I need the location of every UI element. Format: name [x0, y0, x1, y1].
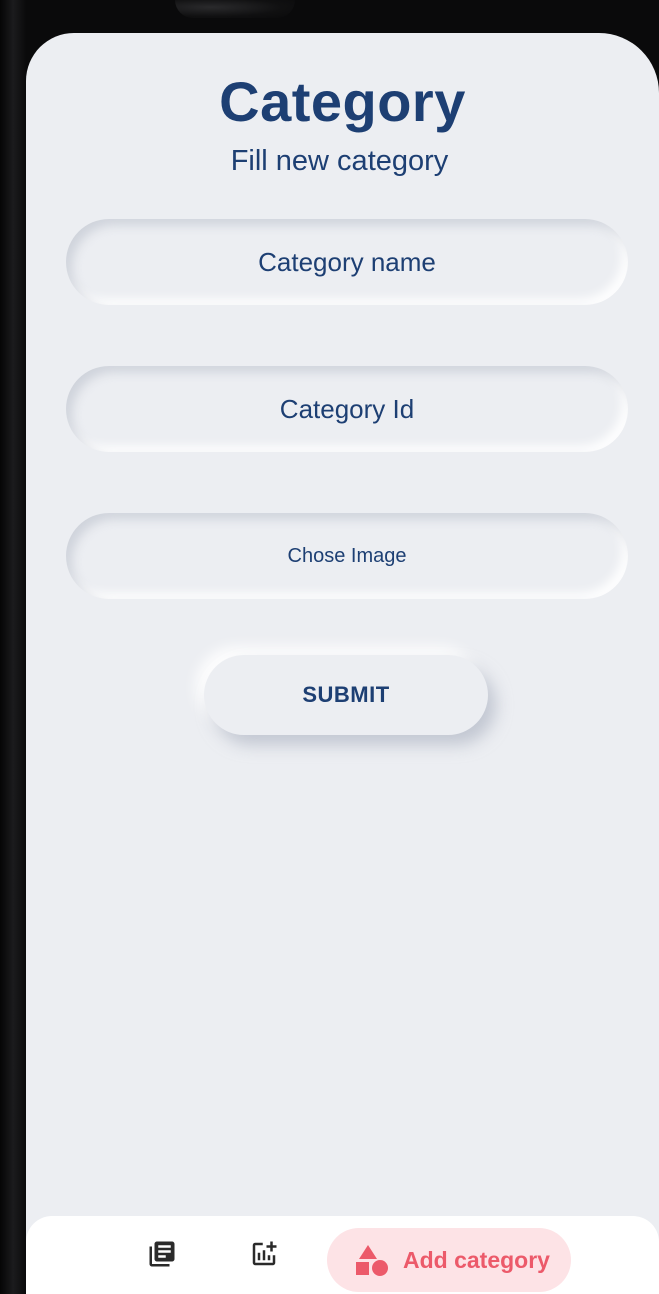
nav-item-add-category[interactable]: Add category — [327, 1228, 571, 1292]
choose-image-label: Chose Image — [287, 544, 407, 567]
category-name-input[interactable]: Category name — [66, 219, 628, 305]
app-screen: Category Fill new category Category name… — [26, 33, 659, 1294]
shapes-icon — [356, 1245, 388, 1276]
nav-item-add-category-label: Add category — [403, 1247, 550, 1273]
nav-item-library[interactable] — [144, 1236, 180, 1272]
category-id-placeholder: Category Id — [279, 393, 415, 424]
submit-label: SUBMIT — [302, 682, 390, 707]
bottom-navigation: Add category — [26, 1216, 659, 1294]
submit-button[interactable]: SUBMIT — [204, 655, 488, 735]
category-name-placeholder: Category name — [258, 246, 436, 277]
add-chart-icon — [252, 1241, 277, 1266]
page-subtitle: Fill new category — [230, 145, 449, 177]
device-frame: Category Fill new category Category name… — [0, 0, 659, 1294]
library-books-icon — [149, 1241, 175, 1267]
nav-item-chart[interactable] — [246, 1236, 282, 1272]
page-title: Category — [219, 70, 466, 133]
choose-image-button[interactable]: Chose Image — [66, 513, 628, 599]
category-id-input[interactable]: Category Id — [66, 366, 628, 452]
camera-notch — [175, 0, 295, 18]
